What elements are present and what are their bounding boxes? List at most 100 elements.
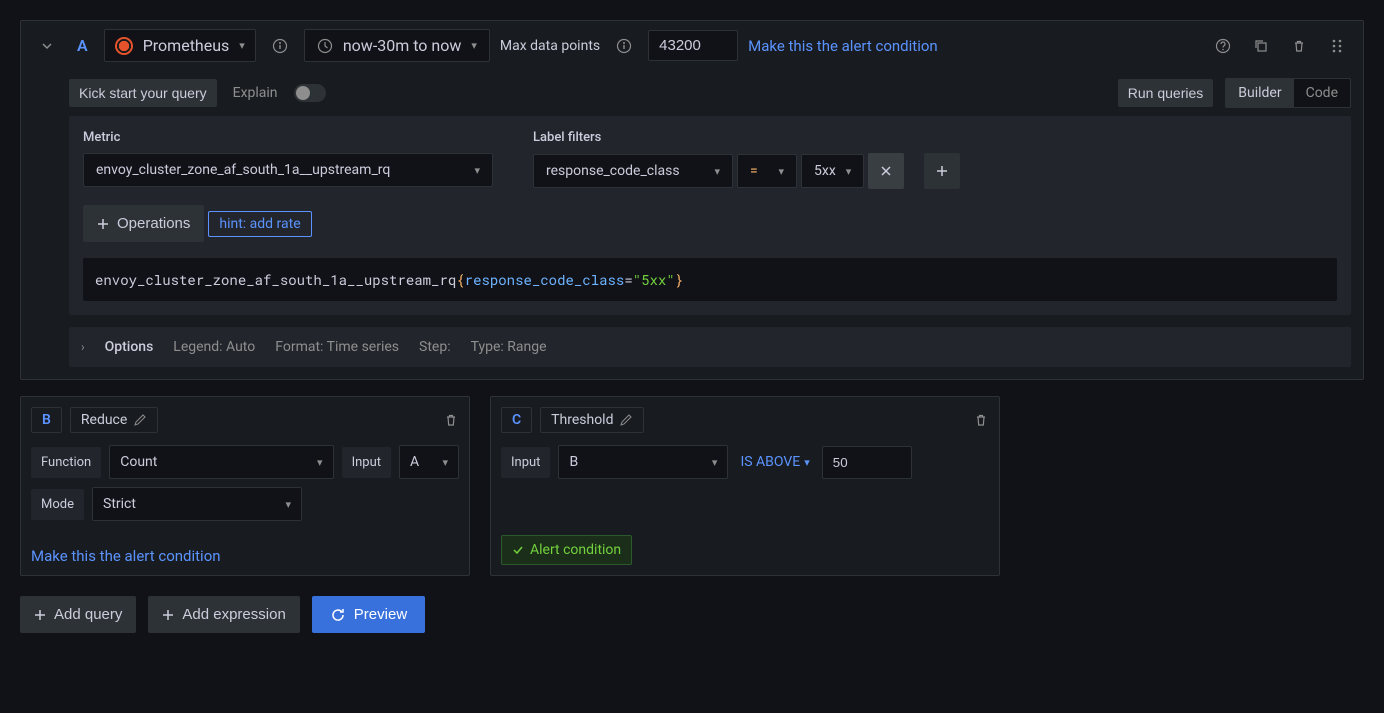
delete-query-icon[interactable] bbox=[1285, 32, 1313, 60]
chevron-down-icon: ▾ bbox=[474, 164, 480, 177]
mode-value: Strict bbox=[103, 496, 136, 512]
alert-condition-link[interactable]: Make this the alert condition bbox=[748, 37, 938, 55]
preview-label: Preview bbox=[354, 606, 407, 623]
plus-icon bbox=[34, 609, 46, 621]
raw-metric: envoy_cluster_zone_af_south_1a__upstream… bbox=[95, 270, 456, 289]
expr-type-b-label: Reduce bbox=[81, 412, 127, 428]
raw-brace-open: { bbox=[456, 270, 464, 289]
metric-label: Metric bbox=[83, 130, 493, 145]
tab-builder[interactable]: Builder bbox=[1226, 79, 1293, 107]
builder-body: Metric envoy_cluster_zone_af_south_1a__u… bbox=[69, 116, 1351, 315]
metric-select[interactable]: envoy_cluster_zone_af_south_1a__upstream… bbox=[83, 153, 493, 187]
max-data-points-input[interactable] bbox=[648, 30, 738, 61]
preview-button[interactable]: Preview bbox=[312, 596, 425, 633]
chevron-down-icon: ▾ bbox=[778, 165, 784, 178]
expression-panel-c: C Threshold Input B ▾ IS ABOVE ▾ bbox=[490, 396, 1000, 576]
alert-condition-text: Alert condition bbox=[530, 542, 621, 558]
refresh-icon bbox=[330, 607, 346, 623]
options-legend: Legend: Auto bbox=[173, 339, 255, 355]
input-label-c: Input bbox=[501, 447, 550, 478]
options-step: Step: bbox=[419, 339, 451, 355]
bottom-actions: Add query Add expression Preview bbox=[20, 596, 1364, 633]
pencil-icon bbox=[133, 413, 147, 427]
copy-icon[interactable] bbox=[1247, 32, 1275, 60]
options-type: Type: Range bbox=[471, 339, 547, 355]
operations-label: Operations bbox=[117, 215, 190, 232]
expression-panel-b: B Reduce Function Count ▾ Input A ▾ Mode bbox=[20, 396, 470, 576]
plus-icon bbox=[162, 609, 174, 621]
expr-ref-b: B bbox=[31, 407, 62, 433]
mode-label: Mode bbox=[31, 489, 84, 520]
input-select-b[interactable]: A ▾ bbox=[399, 445, 459, 479]
check-icon bbox=[512, 544, 524, 556]
operations-button[interactable]: Operations bbox=[83, 205, 204, 242]
filter-value: 5xx bbox=[814, 163, 836, 179]
label-filter-row: response_code_class ▾ = ▾ 5xx ▾ bbox=[533, 153, 960, 189]
input-value-b: A bbox=[410, 454, 419, 470]
datasource-info-icon[interactable] bbox=[266, 32, 294, 60]
clock-icon bbox=[317, 38, 333, 54]
operator-select[interactable]: IS ABOVE ▾ bbox=[736, 454, 813, 470]
delete-expr-c-icon[interactable] bbox=[973, 412, 989, 428]
query-ref-a: A bbox=[71, 36, 94, 55]
alert-condition-link-b[interactable]: Make this the alert condition bbox=[31, 531, 459, 565]
help-icon[interactable] bbox=[1209, 32, 1237, 60]
raw-label: response_code_class bbox=[465, 270, 625, 289]
datasource-name: Prometheus bbox=[143, 36, 230, 55]
add-filter-button[interactable] bbox=[924, 153, 960, 189]
query-toolbar: Kick start your query Explain Run querie… bbox=[21, 70, 1363, 116]
label-filters-label: Label filters bbox=[533, 130, 960, 145]
filter-op-select[interactable]: = ▾ bbox=[737, 154, 797, 188]
chevron-down-icon: ▾ bbox=[317, 456, 323, 469]
chevron-down-icon: ▾ bbox=[714, 165, 720, 178]
chevron-right-icon[interactable]: › bbox=[81, 340, 85, 354]
add-query-button[interactable]: Add query bbox=[20, 596, 136, 633]
pencil-icon bbox=[619, 413, 633, 427]
remove-filter-button[interactable] bbox=[868, 153, 904, 189]
filter-key: response_code_class bbox=[546, 163, 680, 179]
chevron-down-icon: ▾ bbox=[846, 165, 852, 178]
add-expression-label: Add expression bbox=[182, 606, 285, 623]
run-queries-button[interactable]: Run queries bbox=[1118, 79, 1214, 107]
query-panel-a: A Prometheus ▾ now-30m to now ▾ Max data… bbox=[20, 20, 1364, 380]
expr-type-c-label: Threshold bbox=[551, 412, 613, 428]
collapse-icon[interactable] bbox=[33, 32, 61, 60]
expr-ref-c: C bbox=[501, 407, 532, 433]
chevron-down-icon: ▾ bbox=[442, 456, 448, 469]
chevron-down-icon: ▾ bbox=[285, 498, 291, 511]
metric-value: envoy_cluster_zone_af_south_1a__upstream… bbox=[96, 162, 390, 178]
query-header-row: A Prometheus ▾ now-30m to now ▾ Max data… bbox=[21, 21, 1363, 70]
filter-key-select[interactable]: response_code_class ▾ bbox=[533, 154, 733, 188]
drag-handle-icon[interactable] bbox=[1323, 32, 1351, 60]
chevron-down-icon: ▾ bbox=[239, 39, 245, 52]
editor-mode-tabs: Builder Code bbox=[1225, 78, 1351, 108]
datasource-select[interactable]: Prometheus ▾ bbox=[104, 29, 256, 62]
options-title[interactable]: Options bbox=[105, 339, 154, 355]
filter-value-select[interactable]: 5xx ▾ bbox=[801, 154, 864, 188]
threshold-value-input[interactable] bbox=[822, 446, 912, 479]
expr-type-b[interactable]: Reduce bbox=[70, 407, 158, 433]
options-row: › Options Legend: Auto Format: Time seri… bbox=[69, 327, 1351, 367]
chevron-down-icon: ▾ bbox=[471, 39, 477, 52]
mode-select[interactable]: Strict ▾ bbox=[92, 487, 302, 521]
raw-val: "5xx" bbox=[633, 270, 675, 289]
raw-brace-close: } bbox=[675, 270, 683, 289]
chevron-down-icon: ▾ bbox=[712, 456, 718, 469]
input-select-c[interactable]: B ▾ bbox=[558, 445, 728, 479]
expr-type-c[interactable]: Threshold bbox=[540, 407, 644, 433]
hint-add-rate[interactable]: hint: add rate bbox=[208, 211, 311, 237]
delete-expr-b-icon[interactable] bbox=[443, 412, 459, 428]
function-select[interactable]: Count ▾ bbox=[109, 445, 333, 479]
add-expression-button[interactable]: Add expression bbox=[148, 596, 299, 633]
tab-code[interactable]: Code bbox=[1294, 79, 1350, 107]
time-range-text: now-30m to now bbox=[343, 36, 462, 55]
raw-eq: = bbox=[624, 270, 632, 289]
kickstart-button[interactable]: Kick start your query bbox=[69, 79, 217, 107]
explain-toggle[interactable] bbox=[294, 84, 326, 102]
operator-value: IS ABOVE bbox=[740, 454, 800, 470]
time-range-select[interactable]: now-30m to now ▾ bbox=[304, 29, 490, 62]
input-value-c: B bbox=[569, 454, 578, 470]
max-data-points-info-icon[interactable] bbox=[610, 32, 638, 60]
add-query-label: Add query bbox=[54, 606, 122, 623]
function-value: Count bbox=[120, 454, 157, 470]
